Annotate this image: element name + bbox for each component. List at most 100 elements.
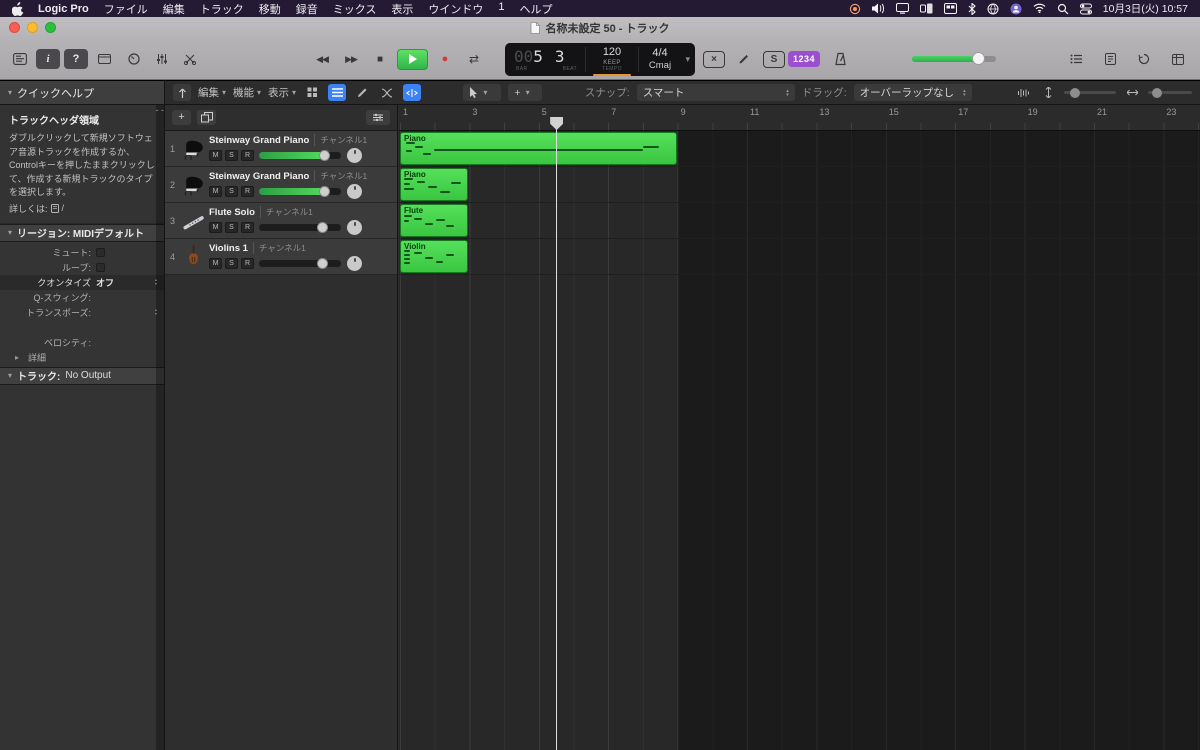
solo-button[interactable]: S: [225, 222, 238, 233]
pan-knob[interactable]: [347, 184, 362, 199]
fullscreen-button[interactable]: [45, 22, 56, 33]
track-header[interactable]: 3 Flute Solo チャンネル1 M S R: [165, 203, 397, 239]
track-header[interactable]: 2 Steinway Grand Piano チャンネル1 M S R: [165, 167, 397, 203]
grand-piano-icon[interactable]: [181, 136, 206, 161]
vertical-auto-zoom-icon[interactable]: [1039, 84, 1057, 101]
mute-button[interactable]: M: [209, 186, 222, 197]
midi-region[interactable]: Violin: [400, 240, 469, 273]
playhead-line[interactable]: [556, 118, 558, 750]
checkbox[interactable]: [96, 247, 105, 257]
inspector-row[interactable]: Q-スウィング:: [0, 290, 164, 305]
menubar-menu-9[interactable]: 1: [498, 1, 504, 17]
track-name[interactable]: Violins 1: [209, 243, 248, 254]
snap-select[interactable]: スマート ▴ ▾: [636, 84, 795, 101]
minimize-button[interactable]: [27, 22, 38, 33]
inspector-row[interactable]: ベロシティ:: [0, 335, 164, 350]
stop-button[interactable]: ■: [368, 49, 392, 69]
track-lane[interactable]: Piano: [399, 167, 1200, 203]
violin-icon[interactable]: [181, 244, 206, 269]
master-volume-knob[interactable]: [971, 52, 985, 65]
region-inspector-header[interactable]: ▾ リージョン: MIDIデフォルト: [0, 223, 164, 242]
volume-slider[interactable]: [259, 221, 341, 233]
lcd-tempo[interactable]: 120 KEEP TEMPO: [586, 43, 638, 76]
mute-button[interactable]: M: [209, 222, 222, 233]
volume-knob[interactable]: [316, 257, 328, 269]
track-inspector-header[interactable]: ▾ トラック: No Output: [0, 366, 164, 385]
drag-select[interactable]: オーバーラップなし ▴ ▾: [853, 84, 972, 101]
track-lanes[interactable]: Piano Piano Flute Violin: [399, 131, 1200, 750]
volume-slider[interactable]: [259, 257, 341, 269]
display-icon[interactable]: [895, 2, 909, 15]
inspector-row[interactable]: ミュート:: [0, 245, 164, 260]
disclosure-icon[interactable]: ▸: [15, 353, 19, 362]
inspector-row[interactable]: - -: [0, 105, 164, 750]
record-enable-button[interactable]: R: [241, 258, 254, 269]
pencil-icon[interactable]: [732, 49, 756, 69]
pan-knob[interactable]: [347, 148, 362, 163]
track-header-config-button[interactable]: [366, 110, 390, 125]
solo-mode-icon[interactable]: S: [763, 50, 785, 68]
count-in-button[interactable]: 1234: [788, 51, 821, 67]
pan-knob[interactable]: [347, 256, 362, 271]
mute-button[interactable]: M: [209, 258, 222, 269]
tuner-icon[interactable]: ×: [703, 50, 725, 68]
flute-icon[interactable]: [181, 208, 206, 233]
midi-region[interactable]: Piano: [400, 132, 677, 165]
volume-knob[interactable]: [318, 149, 330, 161]
screen-record-icon[interactable]: [849, 3, 861, 15]
list-view-icon[interactable]: [328, 84, 347, 101]
vertical-zoom-knob[interactable]: [1070, 87, 1081, 98]
track-header[interactable]: 4 Violins 1 チャンネル1 M S R: [165, 239, 397, 275]
solo-button[interactable]: S: [225, 186, 238, 197]
bar-ruler[interactable]: 1 3 5 7 9 11 13 15 17 19 21 23: [399, 105, 1200, 131]
mute-button[interactable]: M: [209, 150, 222, 161]
menubar-menu-3[interactable]: トラック: [200, 1, 244, 17]
inspector-row[interactable]: ループ:: [0, 260, 164, 275]
inspector-icon[interactable]: i: [36, 49, 60, 69]
menubar-menu-10[interactable]: ヘルプ: [520, 1, 553, 17]
solo-button[interactable]: S: [225, 150, 238, 161]
library-icon[interactable]: [8, 49, 32, 69]
control-center-icon[interactable]: [1079, 3, 1092, 15]
bluetooth-icon[interactable]: [968, 2, 976, 15]
horizontal-zoom-icon[interactable]: [1123, 84, 1141, 101]
checkbox[interactable]: [96, 262, 105, 272]
lcd-signature[interactable]: 4/4 Cmaj: [639, 43, 681, 76]
smart-controls-icon[interactable]: [122, 49, 146, 69]
lcd-display[interactable]: 00 5 3 BAR BEAT 120 KEEP TEMPO 4/4 Cmaj: [505, 43, 695, 76]
inspector-row[interactable]: クオンタイズ オフ ▴ ▾: [0, 274, 164, 290]
duplicate-track-button[interactable]: [197, 110, 216, 125]
track-name[interactable]: Steinway Grand Piano: [209, 135, 309, 146]
pencil-tool-icon[interactable]: [353, 84, 371, 101]
volume-slider[interactable]: [259, 185, 341, 197]
menubar-menu-2[interactable]: 編集: [163, 1, 185, 17]
stage-manager-icon[interactable]: [919, 3, 933, 15]
toolbar-icon[interactable]: [92, 49, 116, 69]
lcd-chevron-icon[interactable]: ▾: [685, 43, 695, 76]
menubar-menu-1[interactable]: ファイル: [104, 1, 148, 17]
record-enable-button[interactable]: R: [241, 150, 254, 161]
edit-menu[interactable]: 編集 ▾: [198, 85, 226, 100]
quick-help-icon[interactable]: ?: [64, 49, 88, 69]
view-menu[interactable]: 表示 ▾: [268, 85, 296, 100]
track-lane[interactable]: Violin: [399, 239, 1200, 275]
volume-knob[interactable]: [316, 221, 328, 233]
crossfade-icon[interactable]: [378, 84, 396, 101]
browsers-icon[interactable]: [1166, 49, 1190, 69]
user-icon[interactable]: [1010, 3, 1022, 15]
record-enable-button[interactable]: R: [241, 222, 254, 233]
flex-button[interactable]: [403, 84, 422, 101]
grand-piano-icon[interactable]: [181, 172, 206, 197]
horizontal-zoom-slider[interactable]: [1148, 87, 1193, 98]
grid-view-icon[interactable]: [303, 84, 321, 101]
catch-playhead-button[interactable]: [173, 84, 191, 101]
master-volume-slider[interactable]: [912, 52, 996, 65]
horizontal-zoom-knob[interactable]: [1152, 87, 1163, 98]
track-name[interactable]: Steinway Grand Piano: [209, 171, 309, 182]
waveform-zoom-icon[interactable]: [1014, 84, 1032, 101]
rewind-button[interactable]: ◀◀: [310, 49, 334, 69]
solo-button[interactable]: S: [225, 258, 238, 269]
quick-help-header[interactable]: ▾ クイックヘルプ: [0, 81, 165, 104]
apple-loops-icon[interactable]: [1132, 49, 1156, 69]
menubar-menu-5[interactable]: 録音: [296, 1, 318, 17]
